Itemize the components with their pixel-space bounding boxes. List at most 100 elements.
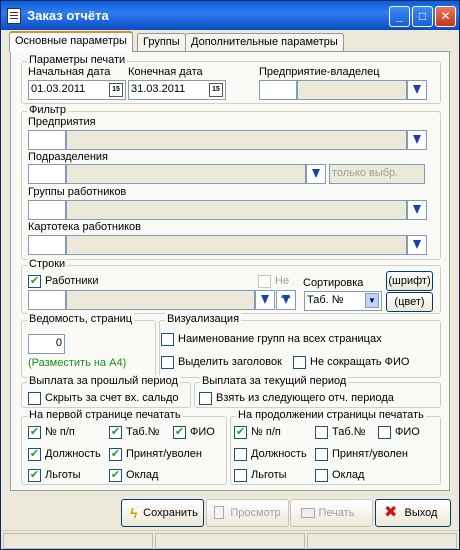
exit-label: Выход <box>404 507 438 519</box>
status-pane <box>3 533 153 549</box>
download-arrow-icon[interactable] <box>407 80 427 100</box>
divisions-code-input[interactable] <box>28 164 66 184</box>
cont-position-checkbox[interactable] <box>234 448 247 461</box>
worker-cards-code-input[interactable] <box>28 235 66 255</box>
pages-legend: Ведомость, страниц <box>27 313 135 325</box>
printer-icon <box>301 508 315 518</box>
visual-group: Визуализация <box>159 313 441 378</box>
rows-legend: Строки <box>27 258 68 270</box>
past-pay-legend: Выплата за прошлый период <box>27 375 180 387</box>
next-period-label: Взять из следующего отч. периода <box>216 392 394 404</box>
preview-label: Просмотр <box>230 507 281 519</box>
worker-groups-label: Группы работников <box>28 186 127 198</box>
first-num-checkbox[interactable]: ✔ <box>28 426 41 439</box>
enterprises-field <box>66 130 407 150</box>
status-pane <box>307 533 457 549</box>
first-position-label: Должность <box>45 448 101 460</box>
download-arrow-icon[interactable] <box>407 235 427 255</box>
preview-button[interactable]: Просмотр <box>206 499 289 527</box>
enterprises-code-input[interactable] <box>28 130 66 150</box>
owner-name-field <box>297 80 407 100</box>
status-pane <box>155 533 305 549</box>
download-arrow-icon[interactable] <box>407 130 427 150</box>
workers-code-input[interactable] <box>28 290 66 310</box>
hide-balance-checkbox[interactable] <box>28 392 41 405</box>
exit-button[interactable]: ✖ Выход <box>375 499 451 527</box>
only-selected-select[interactable]: только выбр. <box>329 164 425 184</box>
print-button[interactable]: Печать <box>290 499 373 527</box>
highlight-header-checkbox[interactable] <box>161 356 174 369</box>
workers-checkbox[interactable]: ✔ <box>28 275 41 288</box>
tab-main-params[interactable]: Основные параметры <box>9 31 133 52</box>
first-hired-checkbox[interactable]: ✔ <box>109 448 122 461</box>
hide-balance-label: Скрыть за счет вх. сальдо <box>45 392 179 404</box>
calendar-icon[interactable]: 15 <box>109 83 123 97</box>
pages-input[interactable]: 0 <box>28 334 65 354</box>
no-shorten-checkbox[interactable] <box>293 356 306 369</box>
divisions-field <box>66 164 306 184</box>
cont-position-label: Должность <box>251 448 307 460</box>
cont-num-label: № п/п <box>251 426 281 438</box>
worker-groups-code-input[interactable] <box>28 200 66 220</box>
chevron-down-icon[interactable]: ▼ <box>365 293 379 308</box>
download-arrow-icon[interactable] <box>306 164 326 184</box>
calendar-icon[interactable]: 15 <box>209 83 223 97</box>
save-label: Сохранить <box>143 507 198 519</box>
lightning-icon: ϟ <box>130 505 138 521</box>
first-num-label: № п/п <box>45 426 75 438</box>
enterprises-label: Предприятия <box>28 116 96 128</box>
divisions-label: Подразделения <box>28 151 108 163</box>
workers-label: Работники <box>45 275 99 287</box>
cont-benefits-checkbox[interactable] <box>234 469 247 482</box>
start-date-label: Начальная дата <box>28 66 111 78</box>
first-tab-checkbox[interactable]: ✔ <box>109 426 122 439</box>
no-shorten-label: Не сокращать ФИО <box>310 356 410 368</box>
group-names-label: Наименование групп на всех страницах <box>178 333 382 345</box>
save-button[interactable]: ϟ Сохранить <box>121 499 204 527</box>
cont-num-checkbox[interactable]: ✔ <box>234 426 247 439</box>
cont-fio-label: ФИО <box>395 426 420 438</box>
cont-hired-checkbox[interactable] <box>315 448 328 461</box>
tab-additional-params[interactable]: Дополнительные параметры <box>185 33 344 51</box>
minimize-button[interactable]: _ <box>389 6 410 27</box>
current-pay-legend: Выплата за текущий период <box>200 375 349 387</box>
workers-field <box>66 290 255 310</box>
highlight-header-label: Выделить заголовок <box>178 356 282 368</box>
window-title: Заказ отчёта <box>27 8 109 23</box>
first-position-checkbox[interactable]: ✔ <box>28 448 41 461</box>
download-arrow-icon[interactable] <box>255 290 275 310</box>
worker-groups-field <box>66 200 407 220</box>
not-label: Не <box>275 275 290 287</box>
more-options-icon[interactable]: ··· <box>276 290 296 310</box>
color-button[interactable]: (цвет) <box>386 292 433 312</box>
main-panel: Параметры печати Начальная дата Конечная… <box>10 51 450 491</box>
tab-groups[interactable]: Группы <box>137 33 186 51</box>
owner-code-input[interactable] <box>259 80 297 100</box>
first-salary-checkbox[interactable]: ✔ <box>109 469 122 482</box>
sort-label: Сортировка <box>303 277 364 289</box>
exit-x-icon: ✖ <box>384 504 398 521</box>
cont-salary-checkbox[interactable] <box>315 469 328 482</box>
first-benefits-checkbox[interactable]: ✔ <box>28 469 41 482</box>
preview-icon <box>214 506 224 519</box>
cont-salary-label: Оклад <box>332 469 365 481</box>
worker-cards-label: Картотека работников <box>28 221 142 233</box>
close-button[interactable]: ✕ <box>435 6 456 27</box>
worker-cards-field <box>66 235 407 255</box>
end-date-label: Конечная дата <box>128 66 203 78</box>
first-fio-checkbox[interactable]: ✔ <box>173 426 186 439</box>
maximize-button[interactable]: □ <box>412 6 433 27</box>
first-hired-label: Принят/уволен <box>126 448 203 460</box>
visual-legend: Визуализация <box>165 313 242 325</box>
cont-fio-checkbox[interactable] <box>378 426 391 439</box>
group-names-checkbox[interactable] <box>161 333 174 346</box>
first-fio-label: ФИО <box>190 426 215 438</box>
print-params-legend: Параметры печати <box>27 54 128 66</box>
font-button[interactable]: (шрифт) <box>386 271 433 291</box>
cont-hired-label: Принят/уволен <box>332 448 409 460</box>
sort-select[interactable]: Таб. № ▼ <box>304 291 382 311</box>
next-period-checkbox[interactable] <box>199 392 212 405</box>
document-icon <box>7 8 21 24</box>
download-arrow-icon[interactable] <box>407 200 427 220</box>
cont-tab-checkbox[interactable] <box>315 426 328 439</box>
